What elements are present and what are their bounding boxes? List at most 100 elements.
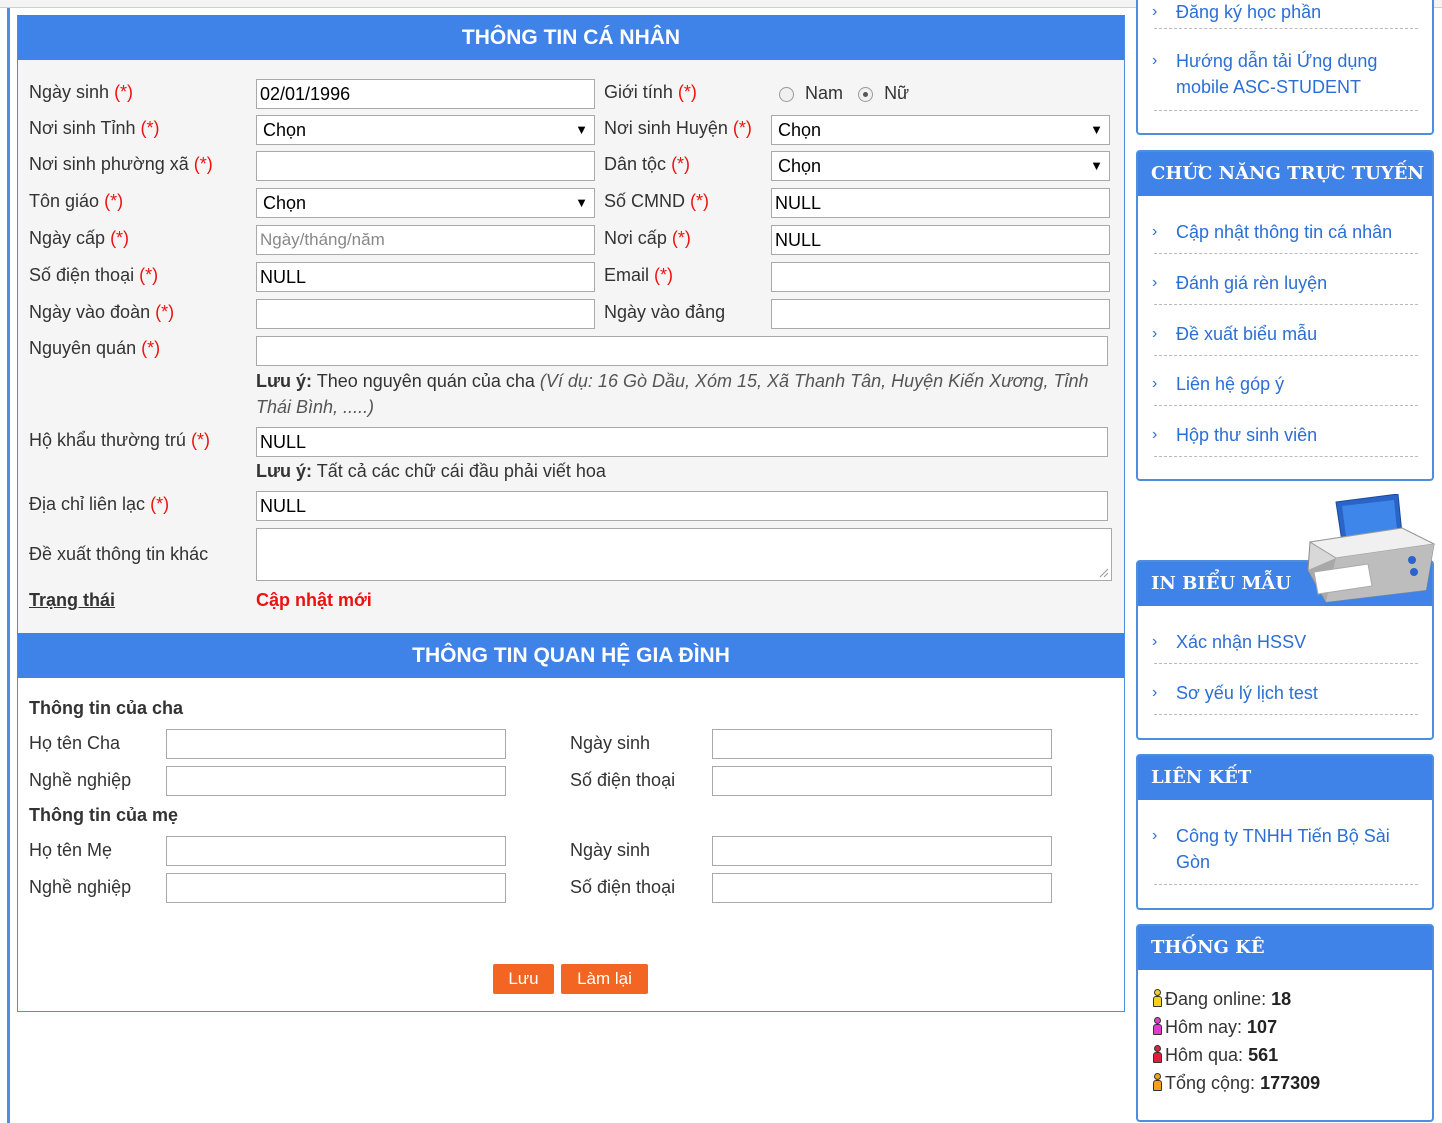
- family-info-header: THÔNG TIN QUAN HỆ GIA ĐÌNH: [18, 633, 1124, 678]
- birth-district-select[interactable]: Chọn ▼: [771, 115, 1110, 145]
- hometown-input[interactable]: [256, 336, 1108, 366]
- sidebar-top-box: › Đăng ký học phần › Hướng dẫn tải Ứng dụn…: [1136, 0, 1434, 135]
- party-date-label: Ngày vào đảng: [604, 302, 726, 322]
- chevron-right-icon: ›: [1152, 223, 1158, 240]
- birth-province-label: Nơi sinh Tỉnh (*): [29, 118, 160, 138]
- left-accent-bar: [7, 8, 10, 1123]
- gender-radio-group: Nam Nữ: [779, 83, 909, 104]
- father-job-label: Nghề nghiệp: [29, 770, 132, 790]
- birthdate-input[interactable]: 02/01/1996: [256, 79, 595, 109]
- user-icon: [1152, 989, 1162, 1007]
- divider: [1154, 663, 1418, 664]
- id-number-input[interactable]: NULL: [771, 188, 1110, 218]
- user-icon: [1152, 1073, 1162, 1091]
- resize-handle-icon[interactable]: [1099, 568, 1109, 578]
- sidebar-item-student-confirmation[interactable]: › Xác nhận HSSV: [1150, 629, 1420, 655]
- mother-name-input[interactable]: [166, 836, 506, 866]
- birthdate-label: Ngày sinh (*): [29, 82, 134, 102]
- father-info-title: Thông tin của cha: [29, 698, 184, 718]
- religion-label: Tôn giáo (*): [29, 191, 124, 211]
- party-date-input[interactable]: [771, 299, 1110, 329]
- mother-birthdate-label: Ngày sinh: [570, 840, 651, 860]
- residence-input[interactable]: NULL: [256, 427, 1108, 457]
- issue-place-input[interactable]: NULL: [771, 225, 1110, 255]
- sidebar-item-training-evaluation[interactable]: › Đánh giá rèn luyện: [1150, 270, 1420, 296]
- divider: [1154, 28, 1418, 29]
- mother-info-title: Thông tin của mẹ: [29, 805, 179, 825]
- phone-input[interactable]: NULL: [256, 262, 595, 292]
- mother-phone-input[interactable]: [712, 873, 1052, 903]
- gender-label: Giới tính (*): [604, 82, 697, 102]
- issue-date-label: Ngày cấp (*): [29, 228, 130, 248]
- sidebar-item-student-mailbox[interactable]: › Hộp thư sinh viên: [1150, 422, 1420, 448]
- gender-male-radio[interactable]: [779, 86, 794, 102]
- youth-union-date-label: Ngày vào đoàn (*): [29, 302, 175, 322]
- sidebar-link-mobile-app-guide[interactable]: › Hướng dẫn tải Ứng dụng mobile ASC-STUDE…: [1150, 48, 1420, 100]
- divider: [1154, 110, 1418, 111]
- birth-ward-label: Nơi sinh phường xã (*): [29, 154, 213, 174]
- user-icon: [1152, 1045, 1162, 1063]
- chevron-right-icon: ›: [1152, 827, 1158, 844]
- gender-female-label: Nữ: [884, 83, 910, 103]
- sidebar-item-form-request[interactable]: › Đề xuất biểu mẫu: [1150, 321, 1420, 347]
- birth-ward-input[interactable]: [256, 151, 595, 181]
- sidebar-item-update-profile[interactable]: › Cập nhật thông tin cá nhân: [1150, 219, 1420, 245]
- divider: [1154, 405, 1418, 406]
- personal-info-header: THÔNG TIN CÁ NHÂN: [18, 15, 1124, 60]
- printer-icon: [1307, 494, 1436, 603]
- stat-total: Tổng cộng: 177309: [1152, 1073, 1320, 1094]
- father-birthdate-label: Ngày sinh: [570, 733, 651, 753]
- mother-job-input[interactable]: [166, 873, 506, 903]
- divider: [1154, 304, 1418, 305]
- stat-today: Hôm nay: 107: [1152, 1017, 1277, 1038]
- issue-date-input[interactable]: Ngày/tháng/năm: [256, 225, 595, 255]
- mother-name-label: Họ tên Mẹ: [29, 840, 113, 860]
- father-birthdate-input[interactable]: [712, 729, 1052, 759]
- residence-note: Lưu ý: Tất cả các chữ cái đầu phải viết …: [256, 461, 606, 481]
- father-phone-label: Số điện thoại: [570, 770, 676, 790]
- father-job-input[interactable]: [166, 766, 506, 796]
- sidebar-online-functions: CHỨC NĂNG TRỰC TUYẾN › Cập nhật thông tin…: [1136, 150, 1434, 481]
- student-profile-form: THÔNG TIN CÁ NHÂN Ngày sinh (*) 02/01/19…: [17, 15, 1125, 1012]
- dropdown-arrow-icon: ▼: [1090, 158, 1103, 173]
- ethnicity-label: Dân tộc (*): [604, 154, 691, 174]
- mother-job-label: Nghề nghiệp: [29, 877, 132, 897]
- chevron-right-icon: ›: [1152, 426, 1158, 443]
- links-header: LIÊN KẾT: [1138, 756, 1432, 800]
- status-link[interactable]: Trạng thái: [29, 590, 115, 611]
- ethnicity-select[interactable]: Chọn ▼: [771, 151, 1110, 181]
- phone-label: Số điện thoại (*): [29, 265, 159, 285]
- sidebar-link-course-registration[interactable]: › Đăng ký học phần: [1150, 0, 1420, 25]
- reset-button[interactable]: Làm lại: [561, 964, 648, 994]
- save-button[interactable]: Lưu: [493, 964, 554, 994]
- email-input[interactable]: [771, 262, 1110, 292]
- sidebar-item-feedback[interactable]: › Liên hệ góp ý: [1150, 371, 1420, 397]
- residence-label: Hộ khẩu thường trú (*): [29, 430, 210, 450]
- chevron-right-icon: ›: [1152, 633, 1158, 650]
- contact-address-label: Địa chỉ liên lạc (*): [29, 494, 170, 514]
- other-info-textarea[interactable]: [256, 528, 1112, 581]
- mother-birthdate-input[interactable]: [712, 836, 1052, 866]
- contact-address-input[interactable]: NULL: [256, 491, 1108, 521]
- chevron-right-icon: ›: [1152, 325, 1158, 342]
- divider: [1154, 714, 1418, 715]
- dropdown-arrow-icon: ▼: [575, 195, 588, 210]
- status-value: Cập nhật mới: [256, 590, 372, 610]
- divider: [1154, 253, 1418, 254]
- sidebar-item-company-link[interactable]: › Công ty TNHH Tiến Bộ Sài Gòn: [1150, 823, 1420, 875]
- youth-union-date-input[interactable]: [256, 299, 595, 329]
- father-name-input[interactable]: [166, 729, 506, 759]
- chevron-right-icon: ›: [1152, 3, 1158, 20]
- father-name-label: Họ tên Cha: [29, 733, 121, 753]
- divider: [1154, 884, 1418, 885]
- gender-female-radio[interactable]: [858, 86, 874, 102]
- father-phone-input[interactable]: [712, 766, 1052, 796]
- id-number-label: Số CMND (*): [604, 191, 710, 211]
- email-label: Email (*): [604, 265, 674, 285]
- issue-place-label: Nơi cấp (*): [604, 228, 691, 248]
- personal-info-section: Ngày sinh (*) 02/01/1996 Giới tính (*) N…: [18, 60, 1124, 633]
- birth-province-select[interactable]: Chọn ▼: [256, 115, 595, 145]
- religion-select[interactable]: Chọn ▼: [256, 188, 595, 218]
- chevron-right-icon: ›: [1152, 375, 1158, 392]
- sidebar-item-resume-test[interactable]: › Sơ yếu lý lịch test: [1150, 680, 1420, 706]
